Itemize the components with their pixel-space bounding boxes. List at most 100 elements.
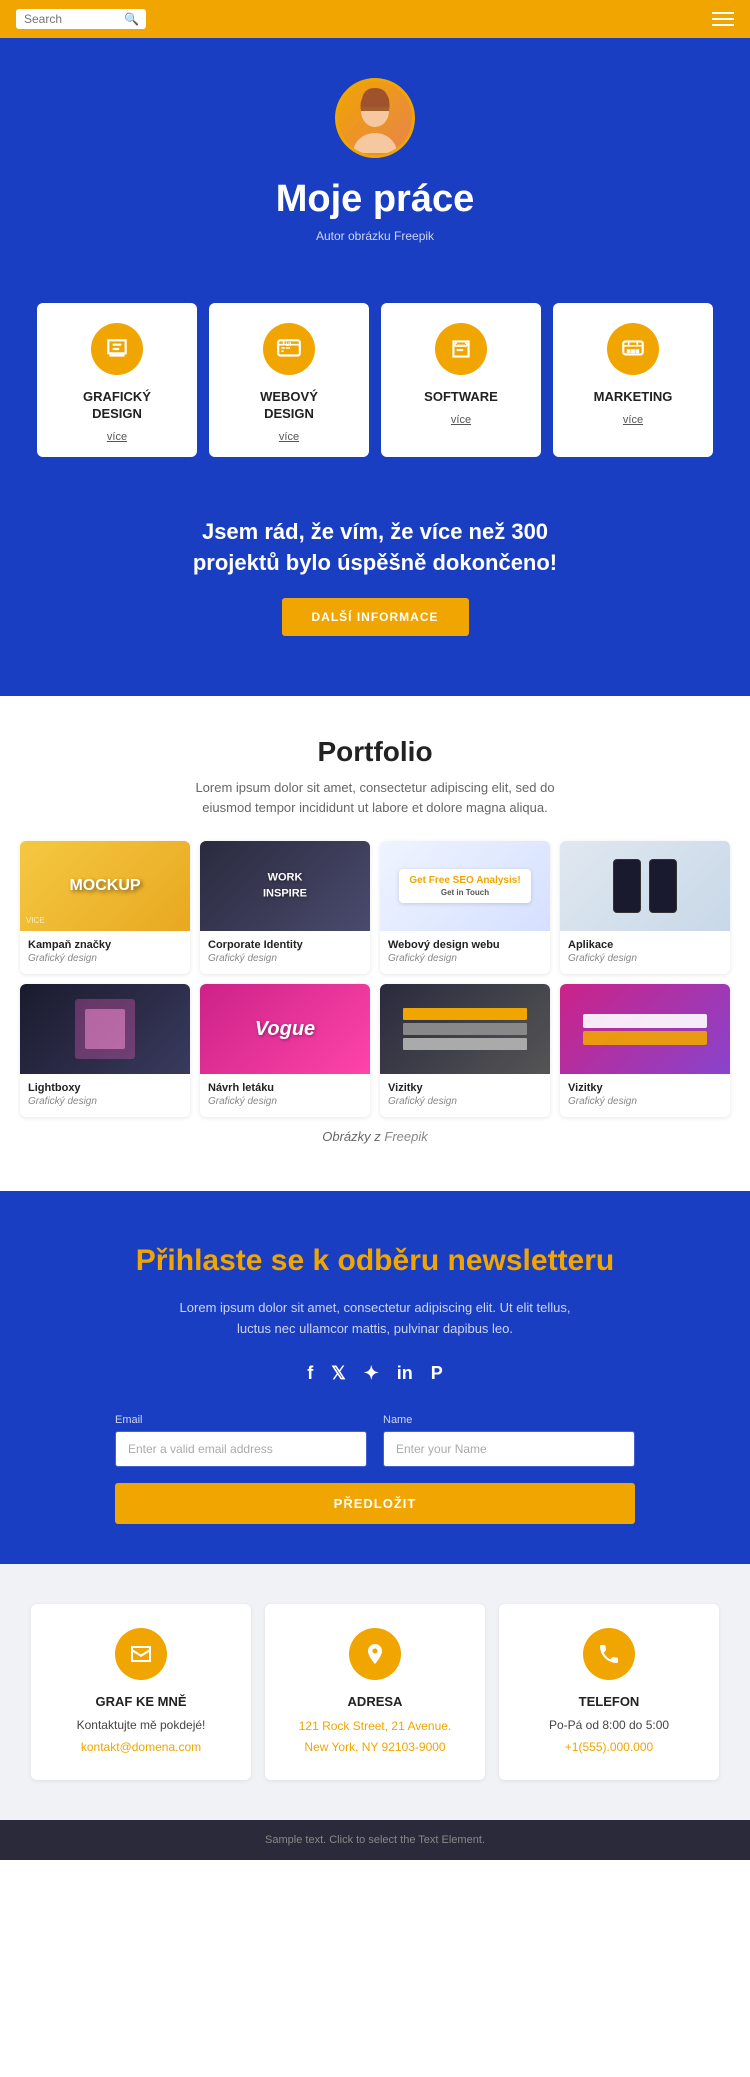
software-icon	[435, 323, 487, 375]
portfolio-cat-2: Grafický design	[208, 953, 362, 964]
portfolio-section: Portfolio Lorem ipsum dolor sit amet, co…	[0, 696, 750, 1191]
portfolio-name-3: Webový design webu	[388, 939, 542, 951]
portfolio-name-7: Vizitky	[388, 1082, 542, 1094]
name-label: Name	[383, 1414, 635, 1426]
contact-card-address: ADRESA 121 Rock Street, 21 Avenue. New Y…	[265, 1604, 485, 1780]
menu-button[interactable]	[712, 8, 734, 30]
portfolio-cat-7: Grafický design	[388, 1096, 542, 1107]
portfolio-item-4[interactable]: Aplikace Grafický design	[560, 841, 730, 974]
portfolio-name-6: Návrh letáku	[208, 1082, 362, 1094]
contact-section: GRAF KE MNĚ Kontaktujte mě pokdejé! kont…	[0, 1564, 750, 1820]
freepik-link[interactable]: Freepik	[394, 229, 434, 243]
portfolio-item-3[interactable]: Get Free SEO Analysis! Get in Touch Webo…	[380, 841, 550, 974]
portfolio-credit: Obrázky z Freepik	[175, 1127, 575, 1147]
contact-email-link[interactable]: kontakt@domena.com	[81, 1740, 201, 1754]
portfolio-cat-5: Grafický design	[28, 1096, 182, 1107]
portfolio-cat-8: Grafický design	[568, 1096, 722, 1107]
avatar	[335, 78, 415, 158]
email-contact-icon	[115, 1628, 167, 1680]
contact-title-email: GRAF KE MNĚ	[45, 1694, 237, 1709]
portfolio-item-6[interactable]: Vogue Návrh letáku Grafický design	[200, 984, 370, 1117]
service-title-software: SOFTWARE	[391, 389, 531, 406]
portfolio-name-4: Aplikace	[568, 939, 722, 951]
stats-section: Jsem rád, že vím, že více než 300projekt…	[0, 487, 750, 657]
portfolio-thumb-1: MOCKUP VICE	[20, 841, 190, 931]
name-input[interactable]	[383, 1431, 635, 1467]
service-link-software[interactable]: více	[391, 414, 531, 426]
portfolio-thumb-6: Vogue	[200, 984, 370, 1074]
email-label: Email	[115, 1414, 367, 1426]
portfolio-name-8: Vizitky	[568, 1082, 722, 1094]
more-info-button[interactable]: DALŠÍ INFORMACE	[282, 598, 469, 636]
header: 🔍	[0, 0, 750, 38]
portfolio-item-7[interactable]: Vizitky Grafický design	[380, 984, 550, 1117]
service-card-graficky: GRAFICKÝDESIGN více	[37, 303, 197, 457]
marketing-icon	[607, 323, 659, 375]
service-title-marketing: MARKETING	[563, 389, 703, 406]
footer: Sample text. Click to select the Text El…	[0, 1820, 750, 1860]
portfolio-thumb-2: WORKINSPIRE	[200, 841, 370, 931]
contact-card-email: GRAF KE MNĚ Kontaktujte mě pokdejé! kont…	[31, 1604, 251, 1780]
portfolio-cat-4: Grafický design	[568, 953, 722, 964]
portfolio-thumb-5	[20, 984, 190, 1074]
portfolio-item-2[interactable]: WORKINSPIRE Corporate Identity Grafický …	[200, 841, 370, 974]
email-group: Email	[115, 1414, 367, 1467]
service-link-graficky[interactable]: více	[47, 431, 187, 443]
newsletter-form: Email Name	[115, 1414, 635, 1467]
pinterest-icon[interactable]: P	[431, 1363, 443, 1384]
contact-line1-email: Kontaktujte mě pokdejé!	[45, 1717, 237, 1734]
footer-text: Sample text. Click to select the Text El…	[14, 1834, 736, 1846]
portfolio-name-1: Kampaň značky	[28, 939, 182, 951]
service-title-webovy: WEBOVÝDESIGN	[219, 389, 359, 423]
portfolio-title: Portfolio	[20, 736, 730, 768]
contact-phone-link[interactable]: +1(555).000.000	[565, 1740, 653, 1754]
newsletter-section: Přihlaste se k odběru newsletteru Lorem …	[0, 1191, 750, 1565]
portfolio-cat-6: Grafický design	[208, 1096, 362, 1107]
social-icons: f 𝕏 ✦ in P	[30, 1363, 720, 1384]
search-box[interactable]: 🔍	[16, 9, 146, 29]
portfolio-grid: MOCKUP VICE Kampaň značky Grafický desig…	[20, 841, 730, 1117]
web-design-icon: UI	[263, 323, 315, 375]
graphic-design-icon	[91, 323, 143, 375]
portfolio-item-1[interactable]: MOCKUP VICE Kampaň značky Grafický desig…	[20, 841, 190, 974]
portfolio-thumb-4	[560, 841, 730, 931]
service-card-webovy: UI WEBOVÝDESIGN více	[209, 303, 369, 457]
portfolio-name-2: Corporate Identity	[208, 939, 362, 951]
service-card-marketing: MARKETING více	[553, 303, 713, 457]
search-input[interactable]	[24, 12, 124, 26]
newsletter-title: Přihlaste se k odběru newsletteru	[30, 1241, 720, 1280]
contact-address-line2[interactable]: New York, NY 92103-9000	[304, 1740, 445, 1754]
instagram-icon[interactable]: ✦	[364, 1363, 379, 1384]
hero-subtitle: Autor obrázku Freepik	[20, 229, 730, 243]
services-section: GRAFICKÝDESIGN více UI WEBOVÝDESIGN více…	[0, 293, 750, 487]
freepik-credit-link[interactable]: Freepik	[384, 1129, 427, 1144]
portfolio-cat-1: Grafický design	[28, 953, 182, 964]
contact-title-address: ADRESA	[279, 1694, 471, 1709]
service-link-marketing[interactable]: více	[563, 414, 703, 426]
svg-text:UI: UI	[286, 342, 292, 348]
portfolio-item-8[interactable]: Vizitky Grafický design	[560, 984, 730, 1117]
facebook-icon[interactable]: f	[307, 1363, 313, 1384]
linkedin-icon[interactable]: in	[397, 1363, 413, 1384]
phone-contact-icon	[583, 1628, 635, 1680]
portfolio-name-5: Lightboxy	[28, 1082, 182, 1094]
portfolio-cat-3: Grafický design	[388, 953, 542, 964]
hero-section: Moje práce Autor obrázku Freepik	[0, 38, 750, 293]
portfolio-thumb-8	[560, 984, 730, 1074]
search-icon: 🔍	[124, 12, 139, 26]
email-input[interactable]	[115, 1431, 367, 1467]
hero-title: Moje práce	[20, 178, 730, 221]
portfolio-description: Lorem ipsum dolor sit amet, consectetur …	[175, 778, 575, 817]
service-title-graficky: GRAFICKÝDESIGN	[47, 389, 187, 423]
address-contact-icon	[349, 1628, 401, 1680]
submit-button[interactable]: PŘEDLOŽIT	[115, 1483, 635, 1524]
contact-address-line1[interactable]: 121 Rock Street, 21 Avenue.	[299, 1719, 452, 1733]
portfolio-item-5[interactable]: Lightboxy Grafický design	[20, 984, 190, 1117]
stats-text: Jsem rád, že vím, že více než 300projekt…	[20, 517, 730, 579]
service-card-software: SOFTWARE více	[381, 303, 541, 457]
twitter-icon[interactable]: 𝕏	[331, 1363, 346, 1384]
service-link-webovy[interactable]: více	[219, 431, 359, 443]
newsletter-description: Lorem ipsum dolor sit amet, consectetur …	[165, 1298, 585, 1340]
portfolio-thumb-7	[380, 984, 550, 1074]
contact-card-phone: TELEFON Po-Pá od 8:00 do 5:00 +1(555).00…	[499, 1604, 719, 1780]
